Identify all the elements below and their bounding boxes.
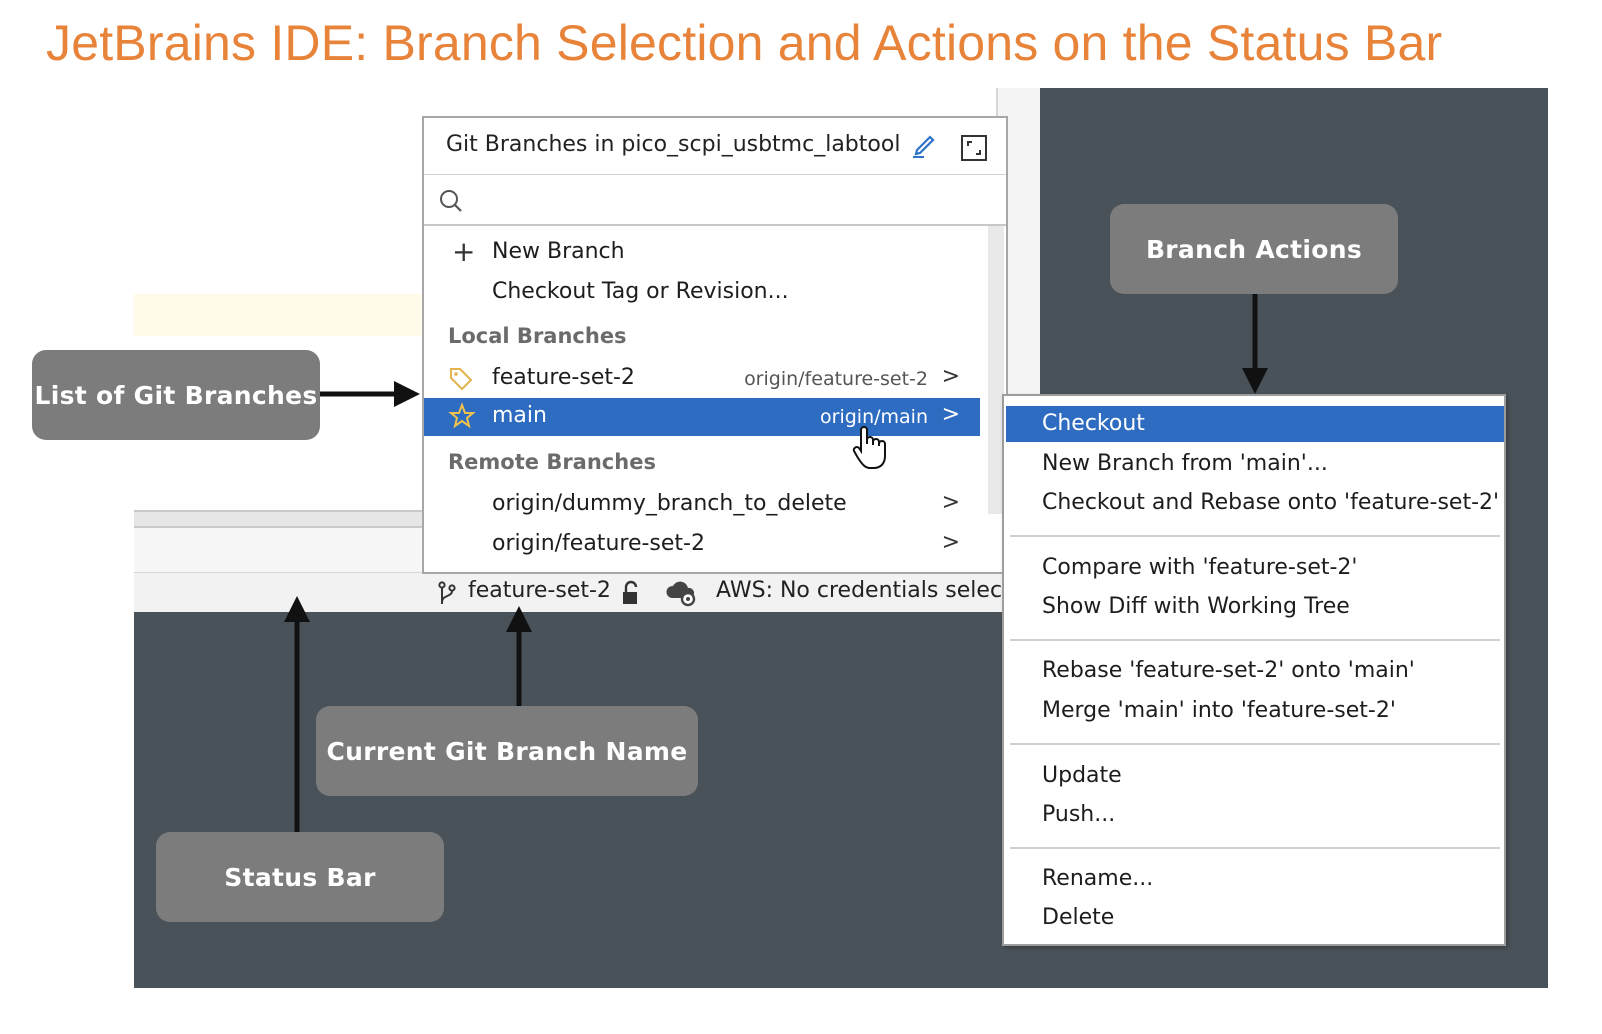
arrow-to-status-bar [284, 596, 310, 832]
arrow-to-branch-widget [506, 606, 532, 706]
callout-arrows [284, 294, 1268, 832]
arrow-to-branch-list [320, 381, 420, 407]
arrow-to-context-menu [1242, 294, 1268, 394]
